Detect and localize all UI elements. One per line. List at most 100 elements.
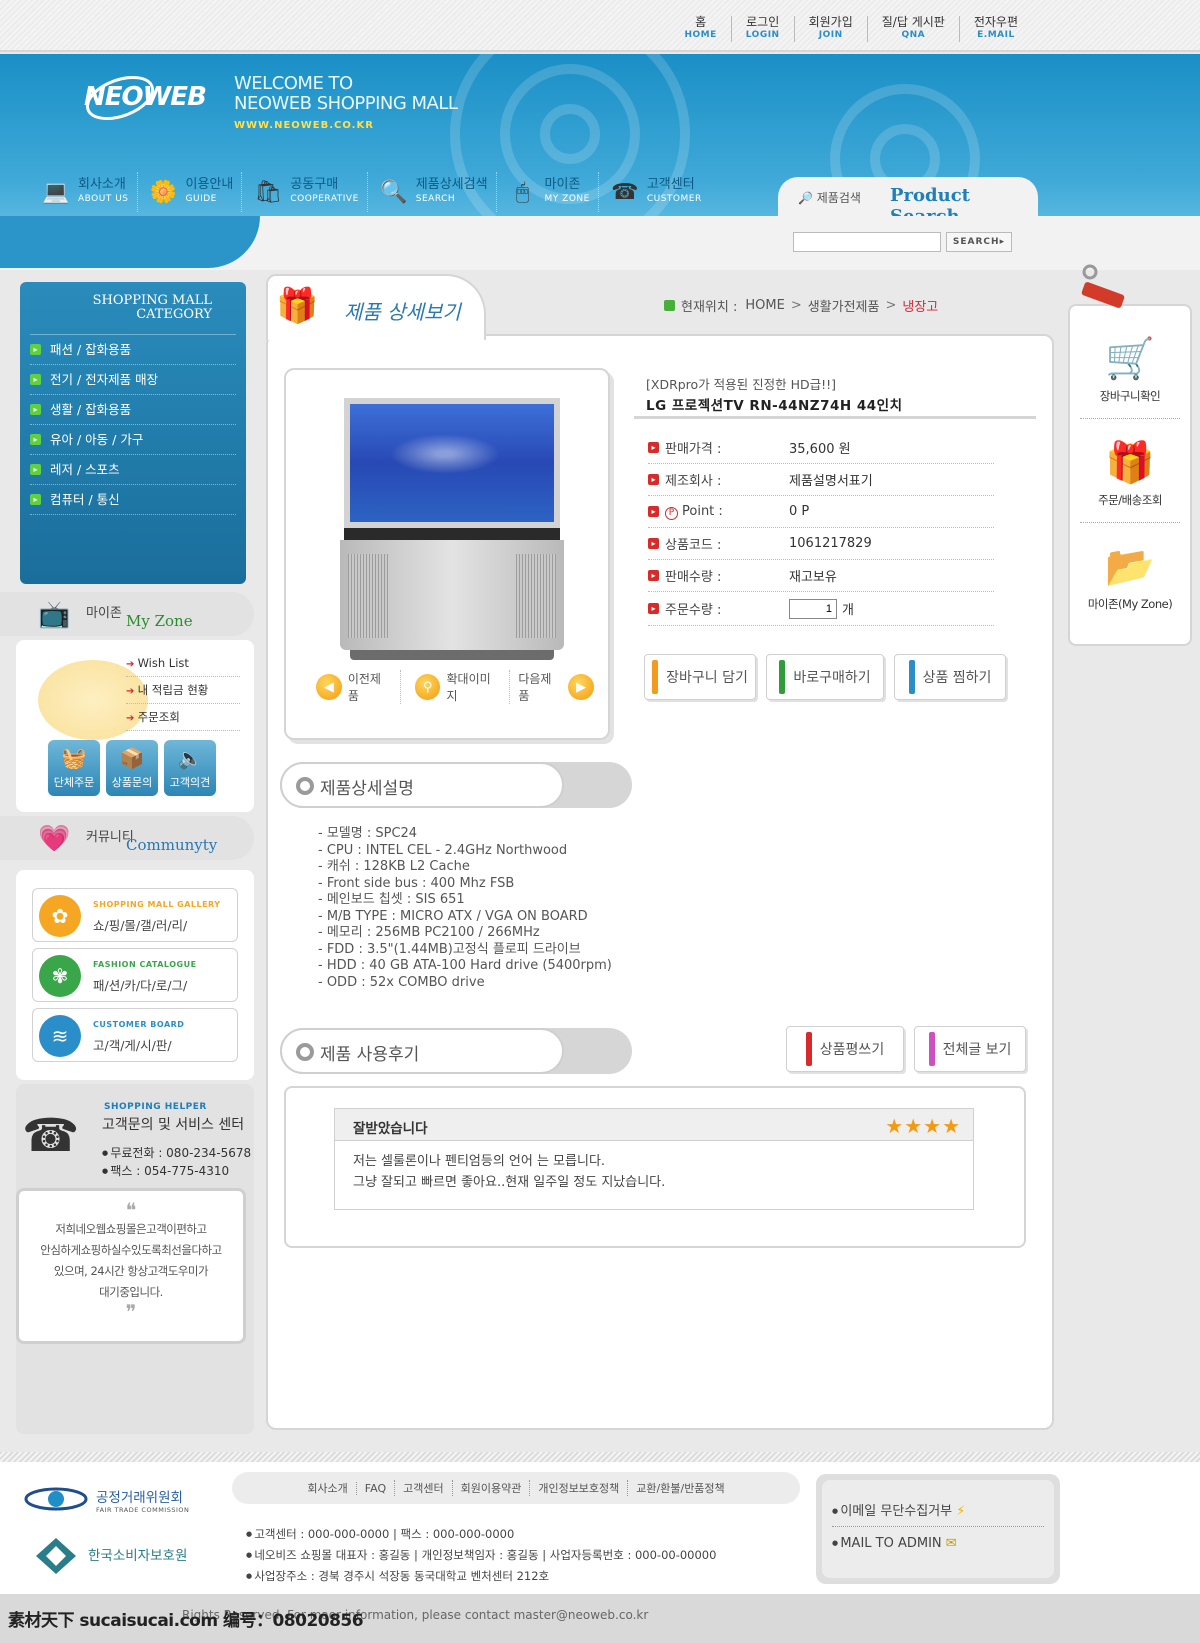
nav-label: 이전제품 [347,672,381,703]
chevron-right-icon: > [885,298,897,313]
mail-admin-link[interactable]: MAIL TO ADMIN ✉ [832,1536,956,1551]
bullet-icon: ▸ [30,404,41,415]
circle-icon [296,777,314,795]
spec-row-stock: ▸ 판매수량 : 재고보유 [648,560,994,592]
gallery-link[interactable]: ✿ SHOPPING MALL GALLERY 쇼/핑/몰/갤/러/리/ [32,888,238,942]
clip-icon [1081,264,1125,308]
customer-opinion-button[interactable]: 🔈 고객의견 [164,740,216,796]
ftc-eng: FAIR TRADE COMMISSION [96,1506,190,1514]
cart-icon: 🛒 [1105,336,1155,382]
top-link-email[interactable]: 전자우편 E.MAIL [958,15,1032,42]
nav-label-ko: 이용안내 [185,177,234,192]
description-line: - FDD : 3.5"(1.44MB)고정식 플로피 드라이브 [318,941,581,957]
breadcrumb-current[interactable]: 냉장고 [902,296,938,315]
top-link-login[interactable]: 로그인 LOGIN [730,15,794,42]
add-to-cart-button[interactable]: 장바구니 담기 [644,654,756,700]
top-link-home[interactable]: 홈 HOME [670,16,730,42]
group-order-button[interactable]: 🧺 단체주문 [48,740,100,796]
write-review-button[interactable]: 상품평쓰기 [786,1026,904,1072]
buy-now-button[interactable]: 바로구매하기 [766,654,884,700]
search-button[interactable]: SEARCH▸ [946,232,1012,252]
link-label: 이메일 무단수집거부 [840,1504,953,1519]
fish-school-graphic [390,434,500,474]
link-label: MAIL TO ADMIN [840,1536,942,1551]
nav-search[interactable]: 🔍 제품상세검색 SEARCH [368,172,497,212]
myzone-title-ko: 마이존 [86,606,122,621]
divider [832,1526,1044,1527]
category-item[interactable]: ▸ 유아 / 아동 / 가구 [30,425,236,455]
product-image-card: ◀ 이전제품 ⚲ 확대이미지 다음제품 ▶ [284,368,610,740]
fashion-catalogue-link[interactable]: ✾ FASHION CATALOGUE 패/션/카/다/로/그/ [32,948,238,1002]
category-item[interactable]: ▸ 레저 / 스포츠 [30,455,236,485]
product-image[interactable] [340,398,564,660]
nav-guide[interactable]: 🌼 이용안내 GUIDE [138,172,243,212]
footer-link[interactable]: 고객센터 [394,1480,451,1496]
nav-myzone[interactable]: 🖱 마이존 MY ZONE [497,172,599,212]
search-input[interactable] [793,232,941,252]
top-links: 홈 HOME 로그인 LOGIN 회원가입 JOIN 질/답 게시판 QNA 전자우편 E… [670,16,1032,42]
cart-check-link[interactable]: 🛒 장바구니확인 [1078,330,1182,404]
gallery-en: SHOPPING MALL GALLERY [93,900,221,909]
category-item[interactable]: ▸ 패션 / 잡화용품 [30,335,236,365]
spec-row-price: ▸ 판매가격 : 35,600 원 [648,432,994,464]
description-header: 제품상세설명 [280,762,632,808]
top-link-label: 전자우편 [973,15,1018,29]
kca-logo[interactable]: 한국소비자보호원 [34,1536,187,1580]
footer-link[interactable]: 회사소개 [299,1480,355,1496]
nav-about[interactable]: 💻 회사소개 ABOUT US [30,172,138,212]
review-body: 저는 셀룰론이나 펜티엄등의 언어 는 모릅니다. 그냥 잘되고 빠르면 좋아요… [335,1141,973,1203]
category-item[interactable]: ▸ 전기 / 전자제품 매장 [30,365,236,395]
footer-link[interactable]: 회원이용약관 [451,1480,530,1496]
footer-link[interactable]: FAQ [355,1481,394,1495]
category-item[interactable]: ▸ 생활 / 잡화용품 [30,395,236,425]
community-title-en: Communyty [126,836,218,854]
footer-link[interactable]: 교환/환불/반품정책 [627,1480,732,1496]
points-link[interactable]: 내 적립금 현황 [126,677,240,704]
ftc-logo[interactable]: 공정거래위원회 FAIR TRADE COMMISSION [24,1482,189,1520]
bullet-icon: ▸ [30,344,41,355]
stripe-accent [805,1032,812,1066]
site-url: WWW.NEOWEB.CO.KR [234,120,374,131]
prev-product-button[interactable]: ◀ 이전제품 [302,670,401,704]
top-link-sub: JOIN [818,30,843,40]
next-product-button[interactable]: 다음제품 ▶ [510,670,608,704]
quantity-input[interactable] [789,598,837,619]
zoom-image-button[interactable]: ⚲ 확대이미지 [401,670,511,704]
order-status-link[interactable]: 🎁 주문/배송조회 [1078,434,1182,508]
phone-icon: ☎ [611,179,639,205]
product-inquiry-button[interactable]: 📦 상품문의 [106,740,158,796]
footer-link[interactable]: 개인정보보호정책 [529,1480,627,1496]
email-refuse-link[interactable]: 이메일 무단수집거부 ⚡ [832,1500,965,1519]
nav-label: 이용안내 GUIDE [186,178,234,206]
breadcrumb-category[interactable]: 생활가전제품 [808,296,880,315]
breadcrumb-home[interactable]: HOME [745,298,784,313]
customer-board-link[interactable]: ≋ CUSTOMER BOARD 고/객/게/시/판/ [32,1008,238,1062]
layers-icon: ≋ [39,1015,81,1057]
top-link-join[interactable]: 회원가입 JOIN [793,16,867,42]
spec-row-quantity: ▸ 주문수량 : 개 [648,592,994,626]
copyright-bar: Rights Reserved. For maor information, p… [0,1594,1200,1643]
review-text: 저는 셀룰론이나 펜티엄등의 언어 는 모릅니다. [353,1154,606,1169]
order-lookup-link[interactable]: 주문조회 [126,704,240,731]
basket-icon: 🧺 [61,746,87,770]
tv-screen [344,398,560,528]
eye-logo-icon [24,1487,88,1511]
top-link-sub: LOGIN [745,30,780,40]
category-item[interactable]: ▸ 컴퓨터 / 통신 [30,485,236,515]
view-all-button[interactable]: 전체글 보기 [914,1026,1026,1072]
quote-line: 안심하게쇼핑하실수있도록최선을다하고 [40,1243,222,1257]
wishlist-link[interactable]: Wish List [126,650,240,677]
nav-label-en: ABOUT US [78,194,129,204]
top-link-label: 로그인 [746,15,780,29]
top-link-qna[interactable]: 질/답 게시판 QNA [866,16,959,42]
quote-line: 있으며, 24시간 항상고객도우미가 [53,1264,209,1278]
myzone-link[interactable]: 📂 마이존(My Zone) [1078,538,1182,612]
button-label: 상품문의 [111,776,153,789]
helper-fax: 팩스 : 054-775-4310 [102,1162,229,1179]
nav-label-en: COOPERATIVE [290,194,359,204]
spec-value: 0 P [789,504,810,519]
nav-customer[interactable]: ☎ 고객센터 CUSTOMER [599,172,710,212]
wishlist-button[interactable]: 상품 찜하기 [894,654,1006,700]
nav-cooperative[interactable]: 🛍 공동구매 COOPERATIVE [242,172,368,212]
site-logo[interactable]: NEOWEB [84,82,207,112]
